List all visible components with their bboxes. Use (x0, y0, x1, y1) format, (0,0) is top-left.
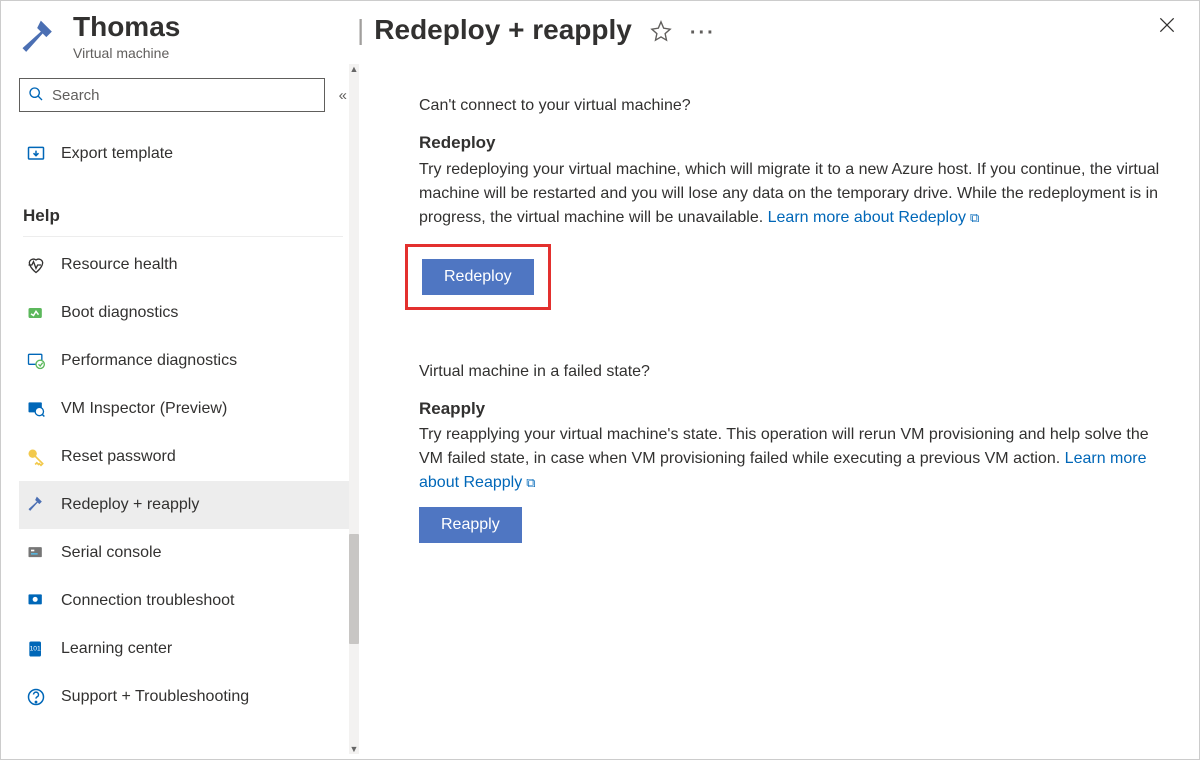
search-input[interactable] (50, 86, 316, 105)
more-icon[interactable]: ··· (690, 22, 716, 45)
heartbeat-icon (25, 254, 47, 276)
sidebar-item-reset-password[interactable]: Reset password (19, 433, 359, 481)
blade-title: Redeploy + reapply (374, 14, 632, 46)
title-divider: | (357, 14, 364, 46)
sidebar-item-label: Learning center (61, 640, 172, 658)
connection-troubleshoot-icon (25, 590, 47, 612)
sidebar-item-resource-health[interactable]: Resource health (19, 241, 359, 289)
external-link-icon: ⧉ (970, 210, 979, 225)
sidebar-item-label: Export template (61, 145, 173, 163)
serial-console-icon (25, 542, 47, 564)
sidebar-item-export-template[interactable]: Export template (19, 130, 359, 178)
redeploy-question: Can't connect to your virtual machine? (419, 94, 1169, 118)
sidebar-item-label: Connection troubleshoot (61, 592, 234, 610)
redeploy-button-highlight: Redeploy (405, 244, 551, 310)
scroll-down-icon[interactable]: ▼ (349, 744, 359, 754)
boot-diagnostics-icon (25, 302, 47, 324)
vm-inspector-icon (25, 398, 47, 420)
sidebar-item-label: Boot diagnostics (61, 304, 178, 322)
reapply-question: Virtual machine in a failed state? (419, 360, 1169, 384)
help-circle-icon (25, 686, 47, 708)
reapply-button[interactable]: Reapply (419, 507, 522, 543)
sidebar-item-boot-diagnostics[interactable]: Boot diagnostics (19, 289, 359, 337)
blade-header: Thomas Virtual machine | Redeploy + reap… (1, 1, 1199, 64)
key-icon (25, 446, 47, 468)
sidebar-scrollbar[interactable]: ▲ ▼ (349, 64, 359, 754)
scroll-up-icon[interactable]: ▲ (349, 64, 359, 74)
hammer-small-icon (25, 494, 47, 516)
redeploy-button[interactable]: Redeploy (422, 259, 534, 295)
reapply-description: Try reapplying your virtual machine's st… (419, 423, 1169, 495)
book-icon: 101 (25, 638, 47, 660)
sidebar-item-support-troubleshooting[interactable]: Support + Troubleshooting (19, 673, 359, 721)
sidebar-item-learning-center[interactable]: 101 Learning center (19, 625, 359, 673)
redeploy-description: Try redeploying your virtual machine, wh… (419, 158, 1169, 230)
sidebar-item-label: Resource health (61, 256, 178, 274)
sidebar-item-serial-console[interactable]: Serial console (19, 529, 359, 577)
redeploy-title: Redeploy (419, 130, 1169, 156)
sidebar-section-help: Help (23, 206, 343, 237)
sidebar-item-connection-troubleshoot[interactable]: Connection troubleshoot (19, 577, 359, 625)
sidebar-item-performance-diagnostics[interactable]: Performance diagnostics (19, 337, 359, 385)
svg-text:101: 101 (30, 646, 41, 653)
resource-title-block: Thomas Virtual machine (17, 11, 357, 64)
redeploy-learn-more-link[interactable]: Learn more about Redeploy⧉ (768, 209, 980, 226)
search-input-wrapper[interactable] (19, 78, 325, 112)
sidebar-item-label: Support + Troubleshooting (61, 688, 249, 706)
blade-title-block: | Redeploy + reapply ··· (357, 11, 716, 49)
resource-type: Virtual machine (73, 45, 180, 61)
export-template-icon (25, 143, 47, 165)
sidebar-item-label: VM Inspector (Preview) (61, 400, 227, 418)
close-icon[interactable] (1157, 15, 1177, 38)
collapse-sidebar-icon[interactable]: « (339, 87, 347, 104)
sidebar-item-label: Serial console (61, 544, 162, 562)
external-link-icon: ⧉ (526, 475, 535, 490)
performance-diagnostics-icon (25, 350, 47, 372)
sidebar-item-redeploy-reapply[interactable]: Redeploy + reapply (19, 481, 359, 529)
sidebar-item-vm-inspector[interactable]: VM Inspector (Preview) (19, 385, 359, 433)
sidebar-item-label: Redeploy + reapply (61, 496, 199, 514)
sidebar-item-label: Performance diagnostics (61, 352, 237, 370)
resource-name: Thomas (73, 11, 180, 43)
reapply-title: Reapply (419, 396, 1169, 422)
search-icon (28, 86, 44, 105)
main-content: Can't connect to your virtual machine? R… (359, 64, 1199, 754)
hammer-icon (17, 17, 61, 64)
sidebar-item-label: Reset password (61, 448, 176, 466)
sidebar: « Export template Help Resource health (1, 64, 359, 754)
scroll-thumb[interactable] (349, 534, 359, 644)
favorite-star-icon[interactable] (650, 17, 672, 49)
